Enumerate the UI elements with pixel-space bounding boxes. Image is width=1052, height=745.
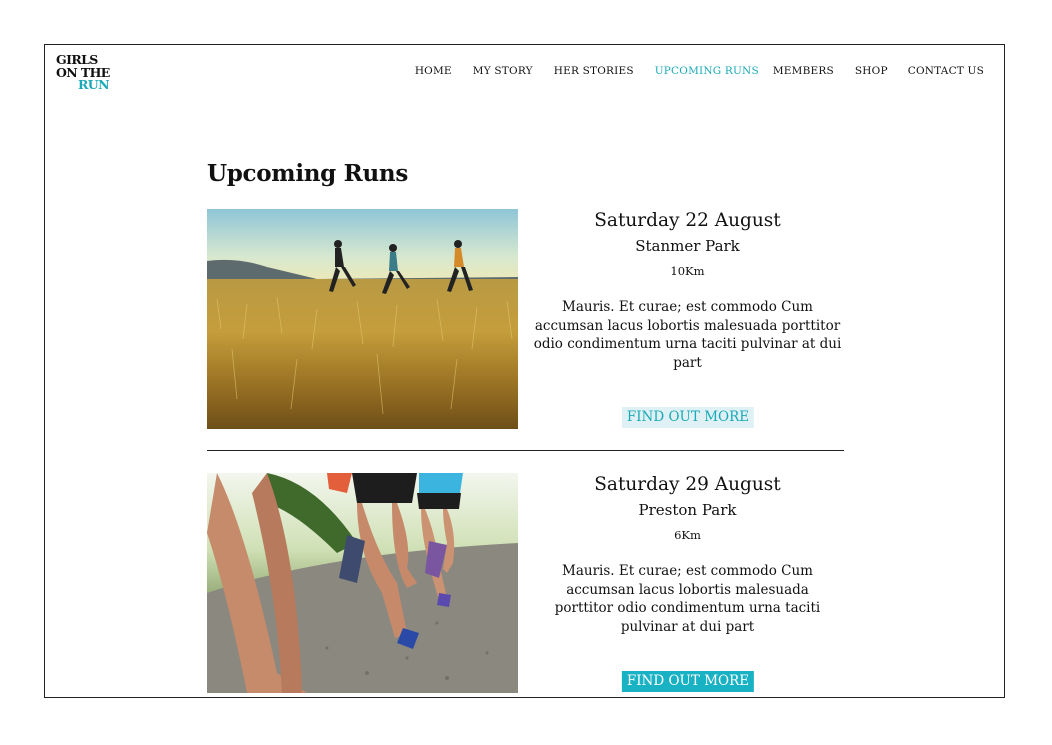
- run-photo-field: [207, 209, 518, 429]
- run-info: Saturday 29 August Preston Park 6Km Maur…: [529, 473, 846, 636]
- divider: [207, 450, 844, 451]
- brand-logo[interactable]: GIRLS ON THE RUN: [56, 53, 110, 92]
- find-out-more-button[interactable]: FIND OUT MORE: [621, 407, 755, 428]
- run-distance: 6Km: [674, 528, 701, 542]
- run-description: Mauris. Et curae; est commodo Cum accums…: [533, 299, 842, 371]
- run-location: Stanmer Park: [635, 237, 740, 255]
- page-frame: GIRLS ON THE RUN HOME MY STORY HER STORI…: [44, 44, 1005, 698]
- trail-runners-image: [207, 473, 518, 693]
- nav-upcoming-runs[interactable]: UPCOMING RUNS: [655, 65, 759, 77]
- nav-her-stories[interactable]: HER STORIES: [554, 65, 634, 77]
- run-date: Saturday 22 August: [594, 210, 781, 231]
- page-title: Upcoming Runs: [207, 160, 408, 187]
- run-location: Preston Park: [638, 501, 737, 519]
- run-card: Saturday 22 August Stanmer Park 10Km Mau…: [207, 209, 844, 429]
- nav-shop[interactable]: SHOP: [855, 65, 888, 77]
- find-out-more-button[interactable]: FIND OUT MORE: [621, 671, 755, 692]
- nav-members[interactable]: MEMBERS: [773, 65, 834, 77]
- run-photo-trail: [207, 473, 518, 693]
- run-distance: 10Km: [670, 264, 705, 278]
- run-info: Saturday 22 August Stanmer Park 10Km Mau…: [529, 209, 846, 372]
- nav-contact-us[interactable]: CONTACT US: [908, 65, 984, 77]
- run-card: Saturday 29 August Preston Park 6Km Maur…: [207, 473, 844, 693]
- run-date: Saturday 29 August: [594, 474, 781, 495]
- nav-my-story[interactable]: MY STORY: [473, 65, 533, 77]
- logo-line-3: RUN: [78, 77, 110, 92]
- run-description: Mauris. Et curae; est commodo Cum accums…: [554, 563, 821, 635]
- main-nav: HOME MY STORY HER STORIES UPCOMING RUNS …: [415, 65, 984, 77]
- nav-home[interactable]: HOME: [415, 65, 452, 77]
- field-runners-image: [207, 209, 518, 429]
